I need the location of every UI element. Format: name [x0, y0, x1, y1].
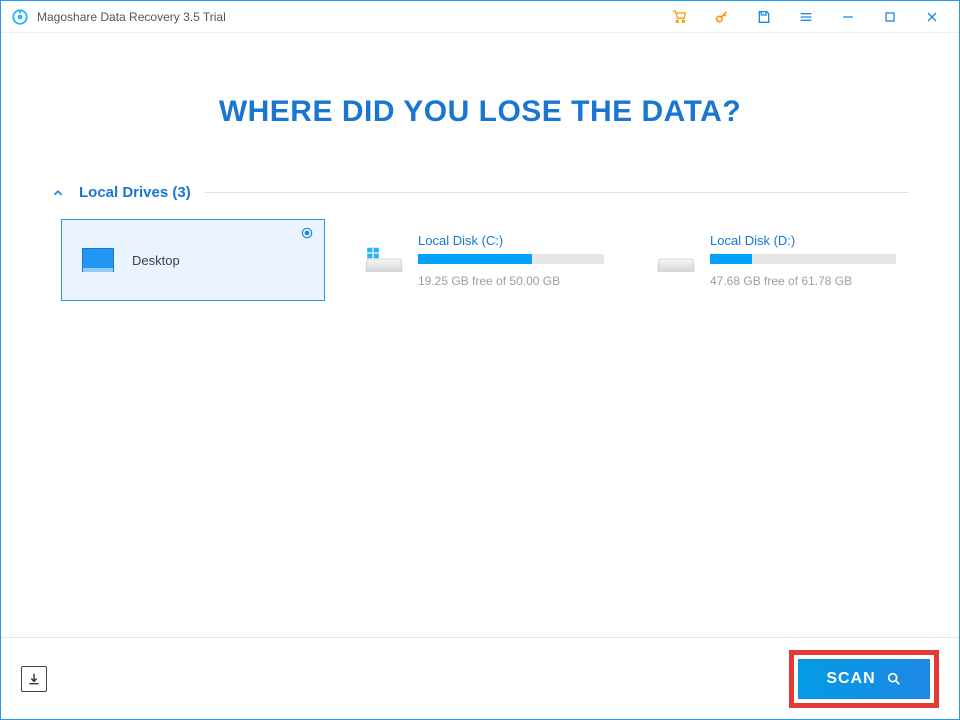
section-divider — [205, 192, 909, 193]
section-title: Local Drives (3) — [79, 184, 191, 201]
drive-label: Local Disk (C:) — [418, 233, 606, 248]
save-icon[interactable] — [743, 1, 785, 33]
free-text: 19.25 GB free of 50.00 GB — [418, 274, 606, 288]
key-icon[interactable] — [701, 1, 743, 33]
scan-button[interactable]: SCAN — [798, 659, 930, 699]
menu-icon[interactable] — [785, 1, 827, 33]
usage-bar-fill — [418, 254, 532, 264]
footer: SCAN — [1, 637, 959, 719]
free-text: 47.68 GB free of 61.78 GB — [710, 274, 898, 288]
search-icon — [886, 671, 902, 687]
drive-card-c[interactable]: Local Disk (C:) 19.25 GB free of 50.00 G… — [353, 219, 617, 301]
titlebar: Magoshare Data Recovery 3.5 Trial — [1, 1, 959, 33]
usage-bar-fill — [710, 254, 752, 264]
disk-icon — [656, 246, 696, 274]
drive-card-desktop[interactable]: Desktop — [61, 219, 325, 301]
drive-label: Local Disk (D:) — [710, 233, 898, 248]
section-header[interactable]: Local Drives (3) — [51, 184, 909, 201]
headline: WHERE DID YOU LOSE THE DATA? — [51, 95, 909, 129]
scan-highlight: SCAN — [789, 650, 939, 708]
app-logo-icon — [11, 8, 29, 26]
radio-selected-icon — [300, 226, 314, 240]
drive-card-d[interactable]: Local Disk (D:) 47.68 GB free of 61.78 G… — [645, 219, 909, 301]
drives-row: Desktop Local Disk (C:) 19.25 GB free of… — [51, 219, 909, 301]
drive-label: Desktop — [132, 253, 180, 268]
chevron-up-icon — [51, 186, 65, 200]
usage-bar — [710, 254, 896, 264]
export-button[interactable] — [21, 666, 47, 692]
scan-label: SCAN — [826, 670, 875, 688]
disk-icon — [364, 246, 404, 274]
maximize-icon[interactable] — [869, 1, 911, 33]
app-title: Magoshare Data Recovery 3.5 Trial — [37, 10, 226, 24]
minimize-icon[interactable] — [827, 1, 869, 33]
cart-icon[interactable] — [659, 1, 701, 33]
main-content: WHERE DID YOU LOSE THE DATA? Local Drive… — [1, 33, 959, 301]
desktop-icon — [82, 248, 114, 272]
usage-bar — [418, 254, 604, 264]
close-icon[interactable] — [911, 1, 953, 33]
